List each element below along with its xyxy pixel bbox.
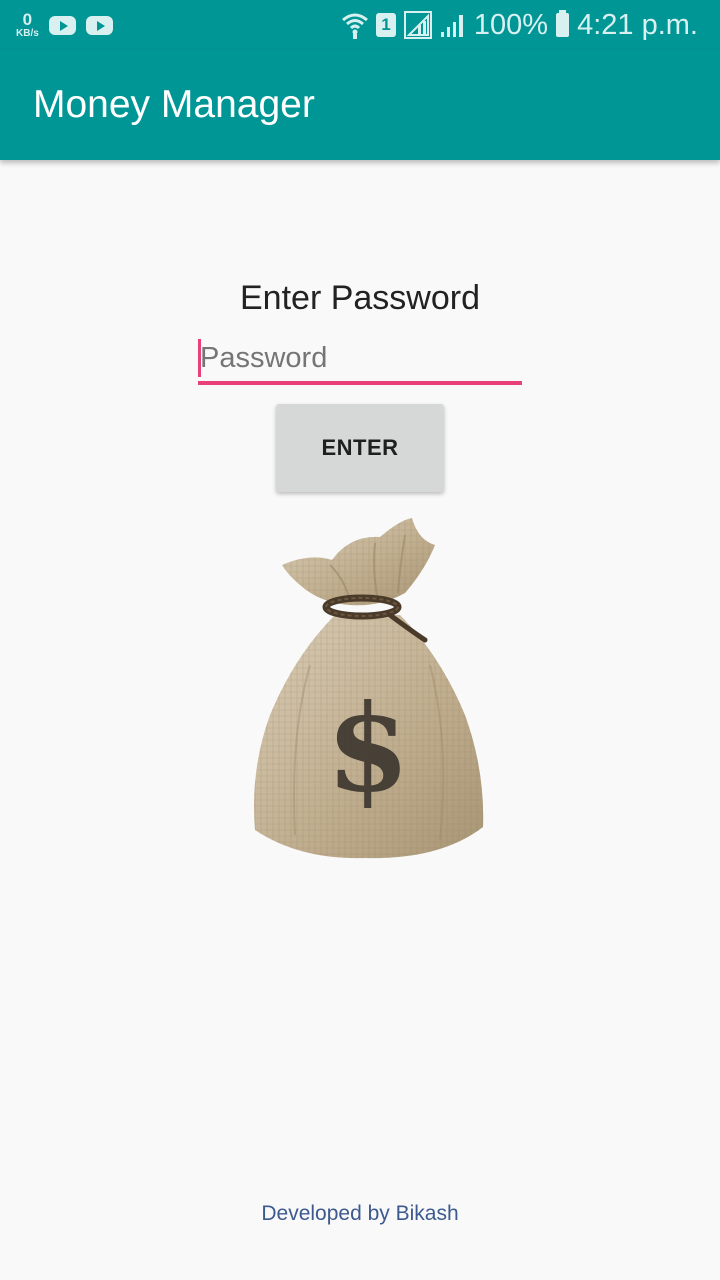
status-right: 1 100% 4:21 p.m. [341,7,698,43]
signal-icon [403,11,432,39]
app-bar: Money Manager [0,50,720,160]
enter-button[interactable]: ENTER [276,404,444,492]
youtube-icon [85,15,113,35]
password-field[interactable] [198,336,522,386]
network-speed-value: 0 [22,10,33,29]
money-bag-icon: $ [254,518,484,859]
password-prompt: Enter Password [240,279,480,317]
password-input[interactable] [198,336,522,380]
battery-percentage: 100% [473,8,549,41]
developer-credit: Developed by Bikash [261,1202,459,1225]
network-speed-unit: KB/s [16,28,39,39]
network-speed: 0 KB/s [16,11,39,39]
status-bar: 0 KB/s 1 100% 4:21 p.m. [0,0,720,50]
youtube-icon [48,15,76,35]
svg-text:$: $ [326,678,410,819]
battery-icon [556,10,570,37]
clock: 4:21 p.m. [577,8,698,41]
password-underline [198,381,522,385]
signal-strength-icon [440,15,463,37]
wifi-icon [341,13,368,39]
app-title: Money Manager [33,83,315,126]
screen: 0 KB/s 1 100% 4:21 p.m. Money Manager En… [0,0,720,1280]
text-cursor [198,339,201,377]
status-left: 0 KB/s [16,8,113,42]
sim-slot-badge: 1 [375,13,396,37]
